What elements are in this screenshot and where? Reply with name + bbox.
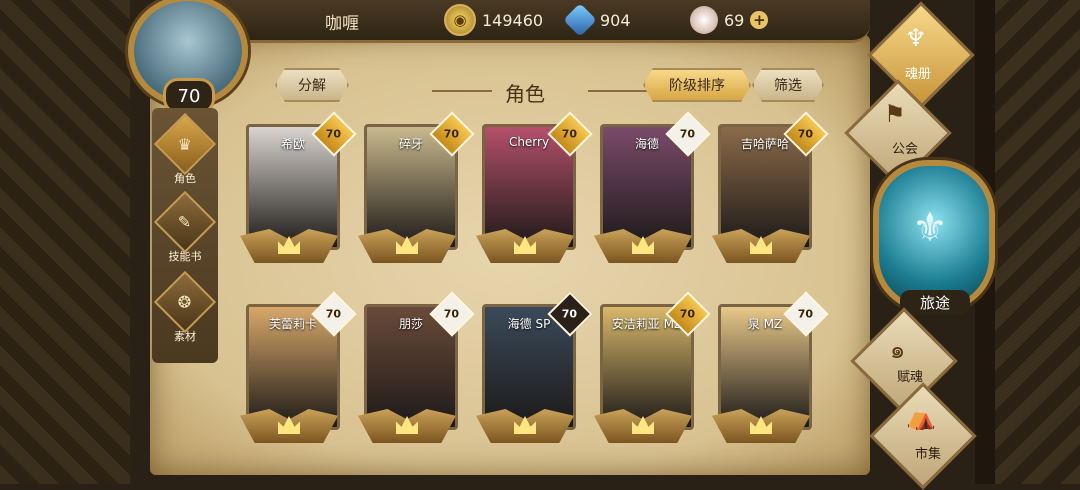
side-nav: ♛ 角色 ✎ 技能书 ❂ 素材: [152, 108, 218, 363]
crystal-value: 904: [600, 10, 631, 30]
filter-button[interactable]: 筛选: [752, 68, 824, 102]
character-level: 70: [444, 127, 460, 141]
tent-icon: ⛺: [906, 403, 936, 431]
sort-button[interactable]: 阶级排序: [643, 68, 751, 102]
character-level: 70: [326, 127, 342, 141]
character-level: 70: [798, 127, 814, 141]
beast-icon: ❂: [178, 292, 192, 312]
character-card[interactable]: Cherry 70: [476, 111, 593, 282]
character-card[interactable]: 碎牙 70: [358, 111, 475, 282]
coin-icon: ◉: [444, 4, 476, 36]
nav-item-skillbook[interactable]: ✎ 技能书: [152, 190, 218, 264]
book-icon: ✎: [178, 212, 192, 232]
character-level: 70: [680, 127, 696, 141]
character-level: 70: [444, 307, 460, 321]
soul-icon: ♆: [905, 24, 927, 52]
journey-label: 旅途: [900, 290, 970, 315]
character-card[interactable]: 朋莎 70: [358, 291, 475, 462]
left-backdrop: [0, 0, 130, 484]
guild-label: 公会: [891, 142, 918, 157]
gem-value: 69: [724, 10, 745, 30]
swirl-icon: ๑: [890, 336, 906, 364]
character-level: 70: [562, 127, 578, 141]
nav-item-character[interactable]: ♛ 角色: [152, 112, 218, 186]
page-title: 角色: [505, 82, 545, 106]
character-card[interactable]: 芙蕾莉卡 70: [240, 291, 357, 462]
character-level: 70: [562, 307, 578, 321]
character-card[interactable]: 希欧 70: [240, 111, 357, 282]
title-ornament-right: [588, 90, 648, 92]
character-card[interactable]: 海德 70: [594, 111, 711, 282]
coin-value: 149460: [482, 10, 544, 30]
right-backdrop: [980, 0, 1080, 484]
market-label: 市集: [914, 447, 941, 462]
journey-emblem-icon: ⚜: [912, 205, 948, 251]
character-card[interactable]: 安洁莉亚 MZ 70: [594, 291, 711, 462]
nav-item-material[interactable]: ❂ 素材: [152, 270, 218, 344]
gem-icon: [690, 6, 718, 34]
guild-icon: ⚑: [884, 100, 906, 128]
character-card[interactable]: 吉哈萨哈 70: [712, 111, 829, 282]
gem-counter[interactable]: 69 +: [690, 6, 769, 34]
helmet-icon: ♛: [177, 134, 193, 154]
crystal-counter: 904: [563, 3, 631, 37]
crystal-icon: [563, 3, 597, 37]
character-card[interactable]: 海德 SP 70: [476, 291, 593, 462]
character-level: 70: [326, 307, 342, 321]
character-card[interactable]: 泉 MZ 70: [712, 291, 829, 462]
coin-counter: ◉ 149460: [444, 4, 544, 36]
title-ornament-left: [432, 90, 492, 92]
character-level: 70: [680, 307, 696, 321]
player-name: 咖喱: [325, 14, 359, 34]
character-level: 70: [798, 307, 814, 321]
decompose-button[interactable]: 分解: [275, 68, 349, 102]
market-button[interactable]: [869, 382, 977, 490]
fusion-label: 赋魂: [896, 370, 923, 385]
add-gem-button[interactable]: +: [750, 11, 769, 29]
